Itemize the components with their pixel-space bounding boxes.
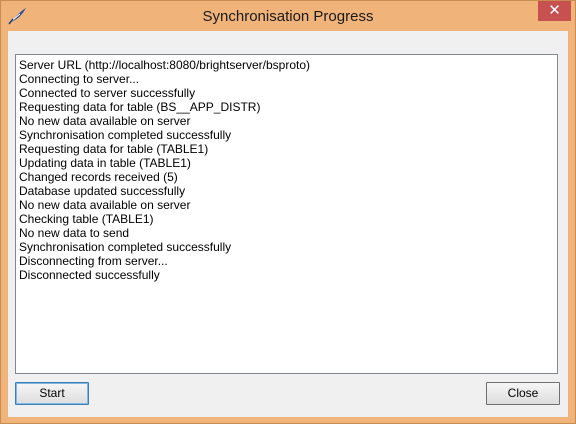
title-bar[interactable]: Synchronisation Progress ✕ <box>1 1 575 31</box>
log-line: No new data available on server <box>19 198 191 212</box>
log-line: Disconnected successfully <box>19 268 160 282</box>
log-line: Connecting to server... <box>19 72 140 86</box>
log-line: No new data to send <box>19 226 130 240</box>
start-button[interactable]: Start <box>15 382 89 405</box>
progress-log-box[interactable]: Server URL (http://localhost:8080/bright… <box>15 54 558 374</box>
log-line: Updating data in table (TABLE1) <box>19 156 191 170</box>
log-line: No new data available on server <box>19 114 191 128</box>
window-close-icon[interactable]: ✕ <box>538 1 571 21</box>
log-line: Connected to server successfully <box>19 86 196 100</box>
log-line: Database updated successfully <box>19 184 186 198</box>
window-title: Synchronisation Progress <box>202 8 374 25</box>
sync-progress-window: Synchronisation Progress ✕ Server URL (h… <box>0 0 576 424</box>
log-line: Synchronisation completed successfully <box>19 128 232 142</box>
dialog-client-area: Server URL (http://localhost:8080/bright… <box>8 31 568 417</box>
log-line: Server URL (http://localhost:8080/bright… <box>19 58 311 72</box>
log-line: Requesting data for table (TABLE1) <box>19 142 209 156</box>
log-line: Checking table (TABLE1) <box>19 212 154 226</box>
close-button[interactable]: Close <box>486 382 560 405</box>
log-line: Disconnecting from server... <box>19 254 168 268</box>
log-line: Changed records received (5) <box>19 170 178 184</box>
log-line: Synchronisation completed successfully <box>19 240 232 254</box>
log-line: Requesting data for table (BS__APP_DISTR… <box>19 100 261 114</box>
